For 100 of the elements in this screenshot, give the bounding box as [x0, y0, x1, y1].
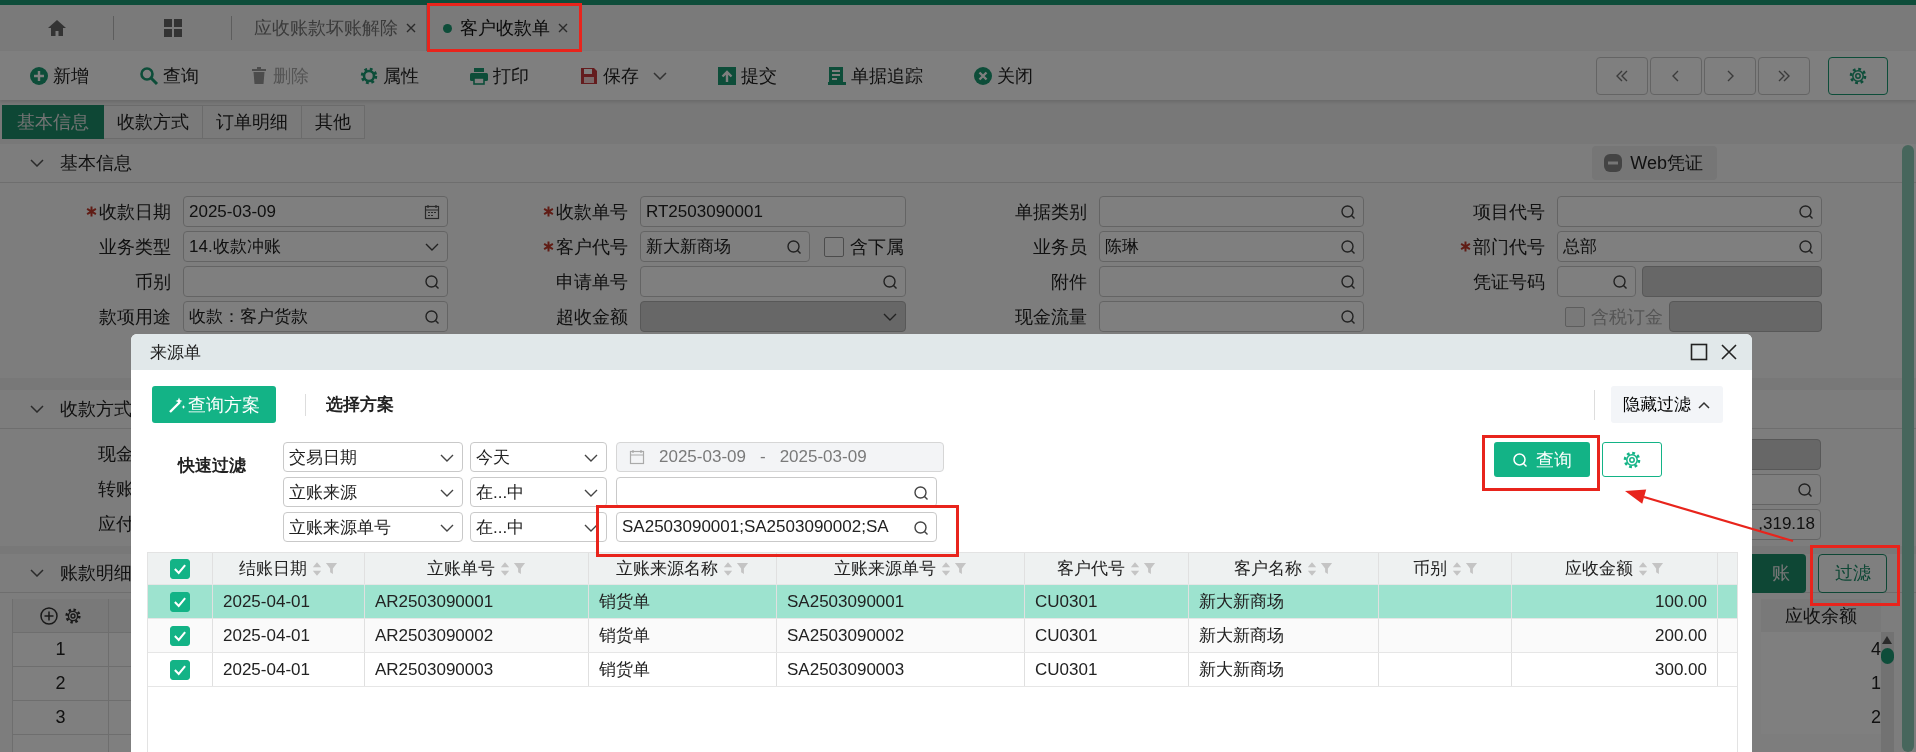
- settings-button[interactable]: [1602, 442, 1662, 477]
- filter-icon[interactable]: [1651, 562, 1664, 575]
- column-header[interactable]: 立账来源名称: [589, 553, 777, 584]
- sort-icon[interactable]: [1638, 560, 1648, 577]
- select-field[interactable]: 立账来源单号: [283, 512, 463, 542]
- search-icon[interactable]: [1340, 309, 1356, 325]
- search-icon[interactable]: [786, 239, 802, 255]
- document-tab[interactable]: 客户收款单: [427, 5, 578, 51]
- toolbar-button[interactable]: 关闭: [973, 63, 1033, 88]
- search-icon[interactable]: [1798, 239, 1814, 255]
- query-scheme-button[interactable]: 查询方案: [152, 386, 276, 423]
- select-field[interactable]: 交易日期: [283, 442, 463, 472]
- lookup-field[interactable]: SA2503090001;SA2503090002;SA: [616, 512, 937, 542]
- lookup-field[interactable]: 收款：客户货款: [183, 301, 448, 332]
- select-field[interactable]: 立账来源: [283, 477, 463, 507]
- column-header[interactable]: 立账来源单号: [777, 553, 1025, 584]
- filter-button[interactable]: 过滤: [1818, 553, 1887, 593]
- filter-icon[interactable]: [736, 562, 749, 575]
- lookup-field[interactable]: 陈琳: [1099, 231, 1364, 262]
- lookup-field[interactable]: [1099, 301, 1364, 332]
- select-field[interactable]: 在...中: [470, 477, 607, 507]
- column-header[interactable]: 客户名称: [1189, 553, 1379, 584]
- sort-icon[interactable]: [500, 560, 510, 577]
- scrollbar[interactable]: [1902, 145, 1914, 752]
- form-tab[interactable]: 收款方式: [104, 105, 203, 139]
- filter-icon[interactable]: [325, 562, 338, 575]
- column-header[interactable]: 币别: [1379, 553, 1512, 584]
- home-icon[interactable]: [46, 18, 67, 38]
- lookup-field[interactable]: 新大新商场: [640, 231, 810, 262]
- search-icon[interactable]: [882, 274, 898, 290]
- column-header[interactable]: 结账日期: [213, 553, 365, 584]
- filter-icon[interactable]: [1320, 562, 1333, 575]
- search-icon[interactable]: [1798, 204, 1814, 220]
- search-icon[interactable]: [1797, 481, 1813, 498]
- close-icon[interactable]: [1720, 343, 1738, 361]
- filter-icon[interactable]: [513, 562, 526, 575]
- toolbar-button[interactable]: 保存: [579, 63, 667, 88]
- toolbar-button[interactable]: 查询: [139, 63, 199, 88]
- gear-icon[interactable]: [63, 606, 82, 625]
- lookup-field[interactable]: [1099, 266, 1364, 297]
- toolbar-button[interactable]: 属性: [359, 63, 419, 88]
- search-icon[interactable]: [913, 520, 929, 536]
- search-icon[interactable]: [1340, 274, 1356, 290]
- search-icon[interactable]: [424, 309, 440, 325]
- toolbar-button[interactable]: 新增: [29, 63, 89, 88]
- form-tab[interactable]: 其他: [302, 105, 365, 139]
- search-icon[interactable]: [424, 274, 440, 290]
- select-field[interactable]: 在...中: [470, 512, 607, 542]
- sort-icon[interactable]: [941, 560, 951, 577]
- hide-filter-button[interactable]: 隐藏过滤: [1611, 386, 1723, 423]
- checkbox[interactable]: [170, 625, 190, 646]
- checkbox[interactable]: [170, 558, 190, 579]
- toolbar-button[interactable]: 提交: [717, 63, 777, 88]
- web-voucher-button[interactable]: Web凭证: [1592, 146, 1717, 180]
- lookup-field[interactable]: 总部: [1557, 231, 1822, 262]
- sort-icon[interactable]: [1307, 560, 1317, 577]
- filter-icon[interactable]: [1143, 562, 1156, 575]
- add-row-icon[interactable]: [39, 606, 58, 625]
- lookup-field[interactable]: [1557, 196, 1822, 227]
- lookup-field[interactable]: [1557, 266, 1636, 297]
- column-header[interactable]: 立账单号: [365, 553, 589, 584]
- lookup-field[interactable]: [616, 477, 937, 507]
- checkbox[interactable]: [824, 236, 844, 257]
- lookup-field[interactable]: [640, 266, 906, 297]
- search-icon[interactable]: [1340, 239, 1356, 255]
- form-tab[interactable]: 订单明细: [203, 105, 302, 139]
- grid-icon[interactable]: [162, 18, 183, 38]
- lookup-field[interactable]: [183, 266, 448, 297]
- caret-icon[interactable]: [653, 71, 667, 80]
- calendar-icon[interactable]: [424, 204, 440, 220]
- scrollbar[interactable]: [1881, 632, 1894, 752]
- text-field[interactable]: RT2503090001: [640, 196, 906, 227]
- filter-icon[interactable]: [954, 562, 967, 575]
- search-icon[interactable]: [913, 485, 929, 501]
- query-button[interactable]: 查询: [1494, 442, 1590, 477]
- scrollbar-thumb[interactable]: [1881, 648, 1894, 664]
- maximize-icon[interactable]: [1690, 343, 1708, 361]
- checkbox[interactable]: [170, 659, 190, 680]
- filter-icon[interactable]: [1464, 562, 1478, 575]
- select-field[interactable]: 今天: [470, 442, 607, 472]
- settings-button[interactable]: [1828, 56, 1888, 95]
- checkbox[interactable]: [170, 591, 190, 612]
- lookup-field[interactable]: [1099, 196, 1364, 227]
- scroll-up-icon[interactable]: [1882, 636, 1892, 644]
- date-field[interactable]: 2025-03-09: [183, 196, 448, 227]
- toolbar-button[interactable]: 打印: [469, 63, 529, 88]
- first-page-button[interactable]: [1596, 56, 1648, 95]
- table-row[interactable]: 2025-04-01 AR2503090001 销货单 SA2503090001 CU0301 新大新商场 100.00: [148, 585, 1737, 619]
- scheme-selector[interactable]: 选择方案: [326, 393, 394, 416]
- sort-icon[interactable]: [1451, 560, 1462, 577]
- select-field[interactable]: 14.收款冲账: [183, 231, 448, 262]
- sort-icon[interactable]: [312, 560, 322, 577]
- toolbar-button[interactable]: 单据追踪: [827, 63, 923, 88]
- last-page-button[interactable]: [1758, 56, 1810, 95]
- sort-icon[interactable]: [1130, 560, 1140, 577]
- column-header[interactable]: 应收金额: [1512, 553, 1718, 584]
- sort-icon[interactable]: [723, 560, 733, 577]
- table-row[interactable]: 2025-04-01 AR2503090003 销货单 SA2503090003 CU0301 新大新商场 300.00: [148, 653, 1737, 687]
- column-header[interactable]: 客户代号: [1025, 553, 1189, 584]
- table-row[interactable]: 2025-04-01 AR2503090002 销货单 SA2503090002 CU0301 新大新商场 200.00: [148, 619, 1737, 653]
